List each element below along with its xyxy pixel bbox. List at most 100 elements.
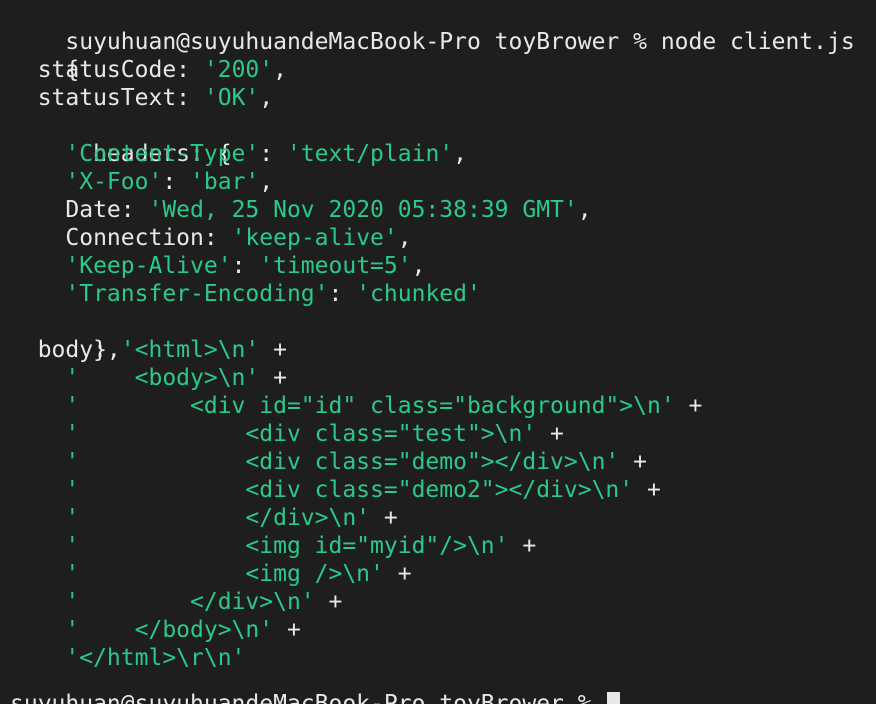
body-string: '<html>\n' [120, 337, 260, 363]
header-separator: : [328, 281, 357, 307]
status-text-key: statusText: [10, 85, 204, 111]
header-key: 'Keep-Alive' [65, 253, 232, 279]
status-code-line: statusCode: '200', [10, 56, 876, 84]
body-line: ' <img />\n' + [10, 560, 876, 588]
header-line: 'X-Foo': 'bar', [10, 168, 876, 196]
body-line: ' </div>\n' + [10, 588, 876, 616]
header-separator: : [120, 197, 149, 223]
body-indent [10, 449, 65, 475]
header-indent [10, 141, 65, 167]
body-indent [10, 533, 65, 559]
next-prompt-text: suyuhuan@suyuhuandeMacBook-Pro toyBrower… [10, 691, 606, 704]
status-code-comma: , [273, 57, 287, 83]
body-string: ' <body>\n' [65, 365, 260, 391]
body-indent [10, 561, 65, 587]
body-concat-operator: + [314, 589, 343, 615]
status-code-key: statusCode: [10, 57, 204, 83]
body-indent [10, 421, 65, 447]
prompt-text: suyuhuan@suyuhuandeMacBook-Pro toyBrower… [65, 29, 855, 55]
status-text-line: statusText: 'OK', [10, 84, 876, 112]
header-value: 'bar' [190, 169, 260, 195]
header-separator: : [259, 141, 287, 167]
header-value: 'timeout=5' [259, 253, 412, 279]
header-key: 'Content-Type' [65, 141, 260, 167]
body-string: ' <div class="demo"></div>\n' [65, 449, 620, 475]
header-key: 'Transfer-Encoding' [65, 281, 329, 307]
body-indent [10, 393, 65, 419]
header-key: 'X-Foo' [65, 169, 163, 195]
body-concat-operator: + [370, 505, 398, 531]
body-concat-operator: + [674, 393, 703, 419]
cursor-block [607, 692, 621, 704]
body-string: ' </body>\n' [65, 617, 274, 643]
header-separator: : [203, 225, 232, 251]
body-indent [10, 589, 65, 615]
body-block: body: '<html>\n' + ' <body>\n' + ' <div … [10, 336, 876, 672]
body-concat-operator: + [273, 617, 301, 643]
body-line: ' <img id="myid"/>\n' + [10, 532, 876, 560]
body-line: ' <div class="test">\n' + [10, 420, 876, 448]
terminal-window[interactable]: suyuhuan@suyuhuandeMacBook-Pro toyBrower… [0, 0, 876, 704]
status-code-value: '200' [203, 57, 274, 83]
body-concat-operator: + [508, 533, 537, 559]
header-key: Connection [65, 225, 204, 251]
body-string: ' <div id="id" class="background">\n' [65, 393, 675, 419]
header-indent [10, 281, 65, 307]
header-value: 'text/plain' [286, 141, 454, 167]
header-comma: , [259, 169, 274, 195]
header-line: 'Content-Type': 'text/plain', [10, 140, 876, 168]
headers-close-line: }, [10, 308, 876, 363]
body-line: body: '<html>\n' + [10, 336, 876, 364]
body-indent [10, 617, 65, 643]
body-string: ' <div class="test">\n' [65, 421, 537, 447]
header-value: 'keep-alive' [231, 225, 398, 251]
body-concat-operator: + [536, 421, 564, 447]
header-comma: , [453, 141, 467, 167]
header-separator: : [162, 169, 191, 195]
body-concat-operator: + [633, 477, 661, 503]
body-concat-operator: + [259, 337, 287, 363]
body-line: ' <div id="id" class="background">\n' + [10, 392, 876, 420]
body-string: '</html>\r\n' [65, 645, 246, 671]
header-key: Date [65, 197, 121, 223]
header-indent [10, 169, 65, 195]
body-concat-operator: + [619, 449, 647, 475]
body-concat-operator: + [383, 561, 412, 587]
header-separator: : [231, 253, 260, 279]
header-indent [10, 225, 65, 251]
body-line: ' <div class="demo2"></div>\n' + [10, 476, 876, 504]
body-line: ' <body>\n' + [10, 364, 876, 392]
body-string: ' </div>\n' [65, 589, 315, 615]
body-line: ' </div>\n' + [10, 504, 876, 532]
body-string: ' <img />\n' [65, 561, 384, 587]
body-concat-operator: + [259, 365, 287, 391]
body-indent [10, 505, 65, 531]
body-indent [10, 645, 65, 671]
status-text-value: 'OK' [203, 85, 260, 111]
header-line: 'Keep-Alive': 'timeout=5', [10, 252, 876, 280]
header-indent [10, 253, 65, 279]
body-key: body: [10, 337, 121, 363]
header-comma: , [411, 253, 426, 279]
next-prompt-line[interactable]: suyuhuan@suyuhuandeMacBook-Pro toyBrower… [10, 690, 621, 704]
header-value: 'chunked' [356, 281, 481, 307]
headers-block: 'Content-Type': 'text/plain', 'X-Foo': '… [10, 140, 876, 308]
header-comma: , [397, 225, 412, 251]
body-string: ' <img id="myid"/>\n' [65, 533, 509, 559]
body-indent [10, 365, 65, 391]
body-line: ' <div class="demo"></div>\n' + [10, 448, 876, 476]
body-line: '</html>\r\n' [10, 644, 876, 672]
header-line: Connection: 'keep-alive', [10, 224, 876, 252]
body-indent [10, 477, 65, 503]
header-indent [10, 197, 65, 223]
header-line: Date: 'Wed, 25 Nov 2020 05:38:39 GMT', [10, 196, 876, 224]
header-line: 'Transfer-Encoding': 'chunked' [10, 280, 876, 308]
body-string: ' <div class="demo2"></div>\n' [65, 477, 634, 503]
body-line: ' </body>\n' + [10, 616, 876, 644]
body-string: ' </div>\n' [65, 505, 371, 531]
header-comma: , [577, 197, 592, 223]
status-text-comma: , [259, 85, 274, 111]
header-value: 'Wed, 25 Nov 2020 05:38:39 GMT' [148, 197, 578, 223]
headers-open-line: headers: { [10, 112, 876, 167]
command-prompt-line: suyuhuan@suyuhuandeMacBook-Pro toyBrower… [10, 0, 876, 55]
